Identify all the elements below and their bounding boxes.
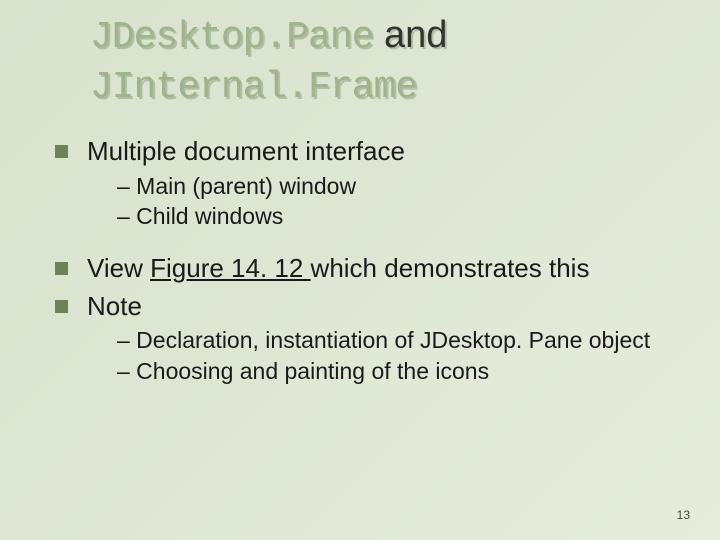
bullet-1: Multiple document interface	[55, 135, 690, 168]
bullet-1-sub-1: – Main (parent) window	[117, 172, 690, 201]
bullet-3-sub-1: – Declaration, instantiation of JDesktop…	[117, 326, 690, 355]
page-number: 13	[677, 508, 690, 522]
slide: JDesktop.Pane and JInternal.Frame Multip…	[0, 0, 720, 540]
square-bullet-icon	[55, 262, 68, 275]
bullet-3: Note	[55, 290, 690, 323]
square-bullet-icon	[55, 300, 68, 313]
bullet-1-text: Multiple document interface	[87, 136, 405, 166]
bullet-3-sub-2: – Choosing and painting of the icons	[117, 357, 690, 386]
title-code-2: JInternal.Frame	[90, 66, 417, 109]
slide-title: JDesktop.Pane and JInternal.Frame	[90, 12, 680, 111]
square-bullet-icon	[55, 145, 68, 158]
slide-body: Multiple document interface – Main (pare…	[55, 130, 690, 388]
bullet-2: View Figure 14. 12 which demonstrates th…	[55, 252, 690, 285]
title-plain-1: and	[373, 14, 447, 56]
figure-link[interactable]: Figure 14. 12	[150, 253, 310, 283]
bullet-2-pre: View	[87, 253, 150, 283]
bullet-3-text: Note	[87, 291, 142, 321]
bullet-1-sub-2: – Child windows	[117, 202, 690, 231]
title-code-1: JDesktop.Pane	[90, 16, 373, 59]
bullet-2-post: which demonstrates this	[311, 253, 590, 283]
